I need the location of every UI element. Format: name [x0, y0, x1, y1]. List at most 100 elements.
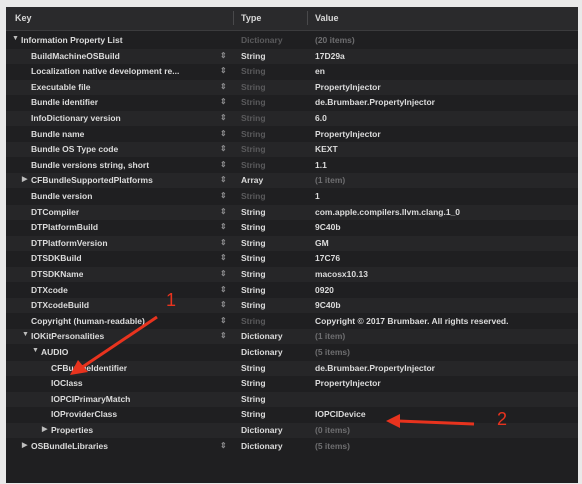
row-type[interactable]: String [241, 129, 266, 139]
plist-row[interactable]: Bundle OS Type code ⇕ String KEXT [6, 142, 578, 158]
row-key[interactable]: IOKitPersonalities [31, 331, 104, 341]
disclosure-closed-icon[interactable]: ▶ [22, 441, 27, 449]
row-type[interactable]: String [241, 207, 266, 217]
row-type[interactable]: String [241, 409, 266, 419]
row-value[interactable]: GM [315, 238, 329, 248]
row-key[interactable]: Bundle versions string, short [31, 160, 149, 170]
row-type[interactable]: String [241, 144, 266, 154]
row-type[interactable]: Array [241, 175, 263, 185]
key-stepper-icon[interactable]: ⇕ [220, 253, 227, 262]
disclosure-closed-icon[interactable]: ▶ [42, 425, 47, 433]
plist-row[interactable]: InfoDictionary version ⇕ String 6.0 [6, 111, 578, 126]
plist-row[interactable]: Bundle identifier ⇕ String de.Brumbaer.Prop… [6, 95, 578, 110]
plist-row[interactable]: Bundle versions string, short ⇕ String 1.1 [6, 158, 578, 173]
row-key[interactable]: DTSDKName [31, 269, 83, 279]
row-value[interactable]: Copyright © 2017 Brumbaer. All rights re… [315, 316, 508, 326]
row-value[interactable]: (5 items) [315, 347, 350, 357]
plist-row[interactable]: IOPCIPrimaryMatch String [6, 391, 578, 407]
plist-row[interactable]: DTSDKBuild ⇕ String 17C76 [6, 251, 578, 266]
row-type[interactable]: Dictionary [241, 441, 283, 451]
row-value[interactable]: PropertyInjector [315, 82, 381, 92]
row-value[interactable]: PropertyInjector [315, 129, 381, 139]
row-key[interactable]: Copyright (human-readable) [31, 316, 145, 326]
key-stepper-icon[interactable]: ⇕ [220, 316, 227, 325]
plist-row[interactable]: CFBundleIdentifier String de.Brumbaer.Prop… [6, 360, 578, 376]
plist-row[interactable]: DTXcode ⇕ String 0920 [6, 283, 578, 298]
row-type[interactable]: Dictionary [241, 331, 283, 341]
plist-row[interactable]: IOClass String PropertyInjector [6, 376, 578, 391]
row-type[interactable]: String [241, 160, 266, 170]
row-type[interactable]: Dictionary [241, 425, 283, 435]
key-stepper-icon[interactable]: ⇕ [220, 160, 227, 169]
row-key[interactable]: DTPlatformVersion [31, 238, 108, 248]
row-value[interactable]: 6.0 [315, 113, 327, 123]
plist-row[interactable]: ▶ Properties Dictionary (0 items) [6, 423, 578, 438]
row-key[interactable]: Properties [51, 425, 93, 435]
row-type[interactable]: String [241, 253, 266, 263]
row-value[interactable]: 17C76 [315, 253, 340, 263]
row-key[interactable]: Executable file [31, 82, 91, 92]
row-key[interactable]: OSBundleLibraries [31, 441, 108, 451]
row-type[interactable]: String [241, 269, 266, 279]
row-type[interactable]: String [241, 238, 266, 248]
row-type[interactable]: String [241, 378, 266, 388]
row-type[interactable]: String [241, 300, 266, 310]
row-type[interactable]: String [241, 191, 266, 201]
row-type[interactable]: String [241, 316, 266, 326]
plist-row[interactable]: ▼ AUDIO Dictionary (5 items) [6, 345, 578, 360]
row-value[interactable]: de.Brumbaer.PropertyInjector [315, 97, 435, 107]
row-value[interactable]: en [315, 66, 325, 76]
key-stepper-icon[interactable]: ⇕ [220, 66, 227, 75]
row-value[interactable]: (5 items) [315, 441, 350, 451]
plist-row[interactable]: ▶ CFBundleSupportedPlatforms ⇕ Array (1 item… [6, 173, 578, 189]
row-type[interactable]: String [241, 394, 266, 404]
column-divider[interactable] [233, 11, 234, 25]
row-type[interactable]: String [241, 113, 266, 123]
row-key[interactable]: DTCompiler [31, 207, 79, 217]
column-divider[interactable] [307, 11, 308, 25]
key-stepper-icon[interactable]: ⇕ [220, 238, 227, 247]
disclosure-open-icon[interactable]: ▼ [32, 347, 39, 354]
plist-row[interactable]: DTSDKName ⇕ String macosx10.13 [6, 267, 578, 282]
row-value[interactable]: 0920 [315, 285, 334, 295]
key-stepper-icon[interactable]: ⇕ [220, 331, 227, 340]
row-key[interactable]: IOProviderClass [51, 409, 117, 419]
key-stepper-icon[interactable]: ⇕ [220, 113, 227, 122]
row-type[interactable]: String [241, 51, 266, 61]
row-key[interactable]: CFBundleSupportedPlatforms [31, 175, 153, 185]
key-stepper-icon[interactable]: ⇕ [220, 222, 227, 231]
value-column-header[interactable]: Value [315, 13, 339, 23]
disclosure-open-icon[interactable]: ▼ [22, 331, 29, 338]
key-stepper-icon[interactable]: ⇕ [220, 51, 227, 60]
row-value[interactable]: KEXT [315, 144, 338, 154]
plist-row[interactable]: Localization native development re... ⇕ St… [6, 64, 578, 79]
row-key[interactable]: Information Property List [21, 35, 123, 45]
key-stepper-icon[interactable]: ⇕ [220, 191, 227, 200]
row-value[interactable]: 9C40b [315, 300, 341, 310]
row-key[interactable]: CFBundleIdentifier [51, 363, 127, 373]
row-type[interactable]: String [241, 285, 266, 295]
row-key[interactable]: IOClass [51, 378, 83, 388]
disclosure-open-icon[interactable]: ▼ [12, 35, 19, 42]
row-type[interactable]: Dictionary [241, 35, 283, 45]
plist-row[interactable]: IOProviderClass String IOPCIDevice [6, 407, 578, 422]
row-key[interactable]: Bundle name [31, 129, 84, 139]
plist-row[interactable]: Bundle version ⇕ String 1 [6, 189, 578, 204]
key-stepper-icon[interactable]: ⇕ [220, 97, 227, 106]
plist-row[interactable]: DTXcodeBuild ⇕ String 9C40b [6, 298, 578, 314]
row-value[interactable]: 1.1 [315, 160, 327, 170]
type-column-header[interactable]: Type [241, 13, 261, 23]
row-type[interactable]: String [241, 82, 266, 92]
row-key[interactable]: DTSDKBuild [31, 253, 82, 263]
row-key[interactable]: IOPCIPrimaryMatch [51, 394, 130, 404]
row-value[interactable]: (0 items) [315, 425, 350, 435]
plist-row[interactable]: Executable file ⇕ String PropertyInjector [6, 79, 578, 95]
row-key[interactable]: Bundle version [31, 191, 92, 201]
key-stepper-icon[interactable]: ⇕ [220, 269, 227, 278]
row-key[interactable]: BuildMachineOSBuild [31, 51, 120, 61]
row-value[interactable]: (20 items) [315, 35, 355, 45]
plist-row[interactable]: ▼ Information Property List Dictionary (20 … [6, 33, 578, 48]
plist-row[interactable]: ▶ OSBundleLibraries ⇕ Dictionary (5 items) [6, 439, 578, 454]
plist-row[interactable]: DTPlatformBuild ⇕ String 9C40b [6, 220, 578, 235]
key-stepper-icon[interactable]: ⇕ [220, 285, 227, 294]
